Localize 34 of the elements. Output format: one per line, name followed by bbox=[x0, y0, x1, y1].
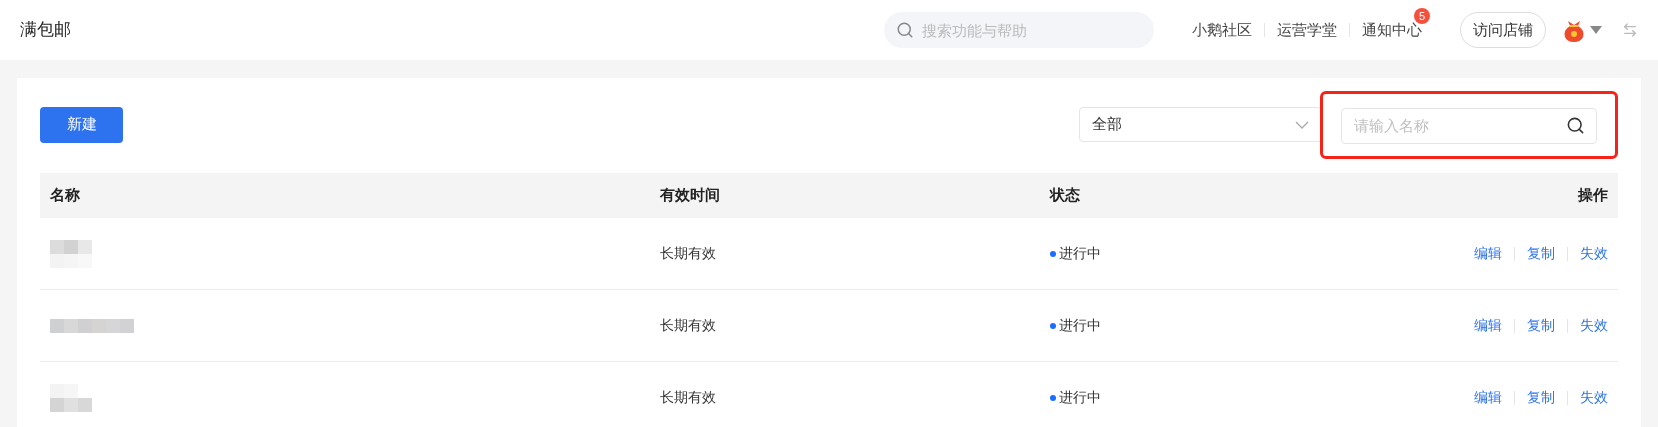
table-cell-text: 长期有效 bbox=[660, 316, 717, 335]
table-cell-text: 长期有效 bbox=[660, 244, 717, 263]
column-header: 状态 bbox=[1050, 185, 1081, 206]
search-icon[interactable] bbox=[1566, 115, 1585, 135]
action-link[interactable]: 复制 bbox=[1527, 387, 1555, 408]
table-cell-text: 长期有效 bbox=[660, 388, 717, 407]
notification-badge: 5 bbox=[1414, 8, 1430, 24]
action-link[interactable]: 失效 bbox=[1580, 243, 1608, 264]
search-field[interactable]: 搜索功能与帮助 bbox=[884, 12, 1154, 48]
status-text: 进行中 bbox=[1059, 244, 1101, 263]
action-link[interactable]: 失效 bbox=[1580, 315, 1608, 336]
new-button[interactable]: 新建 bbox=[40, 106, 123, 143]
action-link[interactable]: 失效 bbox=[1580, 387, 1608, 408]
action-link[interactable]: 复制 bbox=[1527, 243, 1555, 264]
name-search-field[interactable]: 请输入名称 bbox=[1341, 107, 1597, 144]
blurred-text bbox=[50, 383, 92, 412]
nav-link[interactable]: 小鹅社区 bbox=[1192, 21, 1252, 38]
caret-icon[interactable] bbox=[1590, 26, 1602, 34]
column-header: 操作 bbox=[1578, 185, 1608, 206]
column-header: 有效时间 bbox=[660, 185, 721, 206]
status-text: 进行中 bbox=[1059, 316, 1101, 335]
page-title: 满包邮 bbox=[20, 19, 71, 42]
status-text: 进行中 bbox=[1059, 388, 1101, 407]
action-link[interactable]: 编辑 bbox=[1474, 315, 1502, 336]
nav-link[interactable]: 运营学堂 bbox=[1277, 21, 1337, 38]
column-header: 名称 bbox=[50, 185, 81, 206]
nav-link[interactable]: 通知中心 bbox=[1362, 21, 1422, 38]
search-icon bbox=[896, 21, 914, 39]
action-link[interactable]: 编辑 bbox=[1474, 387, 1502, 408]
action-link[interactable]: 编辑 bbox=[1474, 243, 1502, 264]
chevron-down-icon bbox=[1295, 120, 1309, 129]
action-link[interactable]: 复制 bbox=[1527, 315, 1555, 336]
blurred-text bbox=[50, 239, 92, 268]
switch-icon[interactable] bbox=[1622, 22, 1638, 38]
